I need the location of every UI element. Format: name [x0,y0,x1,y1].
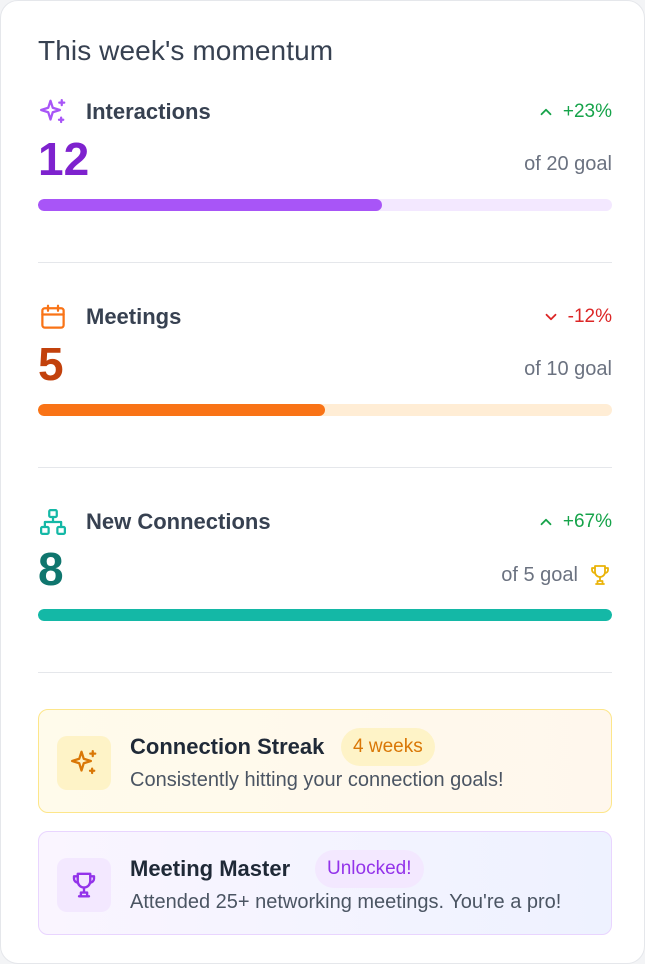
sparkles-icon [38,97,68,127]
trend-value: +67% [562,511,612,532]
progress-bar [38,609,612,621]
goal-text: of 10 goal [524,358,612,381]
achievement-title: Meeting Master [130,856,291,881]
metric-value: 8 [38,543,64,595]
divider [38,672,612,673]
sparkles-icon [71,750,97,775]
goal-label: of 5 goal [501,563,578,586]
achievement-icon-box [57,736,111,790]
chevron-up-icon [540,108,552,116]
divider [38,262,612,263]
divider [38,467,612,468]
metric-new-connections: New Connections +67% 8 of 5 goal [38,505,612,621]
progress-bar [38,199,612,211]
goal-text: of 5 goal [501,563,612,587]
network-icon [38,507,68,537]
trend-value: +23% [562,101,612,122]
card-title: This week's momentum [38,35,334,66]
achievement-description: Attended 25+ networking meetings. You're… [130,891,562,913]
trophy-icon [591,565,609,585]
achievement-meeting-master: Meeting Master Unlocked! Attended 25+ ne… [38,831,612,935]
progress-fill [38,404,325,416]
trend-indicator: +23% [537,101,612,123]
goal-label: of 20 goal [524,153,612,175]
trend-value: -12% [567,306,612,327]
progress-fill [38,609,612,621]
trend-indicator: -12% [542,306,612,328]
achievement-description: Consistently hitting your connection goa… [130,769,504,791]
goal-label: of 10 goal [524,358,612,380]
metric-value: 12 [38,133,90,185]
trend-indicator: +67% [537,511,612,533]
metric-label: New Connections [86,509,271,534]
progress-bar [38,404,612,416]
trophy-icon [72,872,96,898]
achievement-badge: Unlocked! [315,850,424,888]
metric-meetings: Meetings -12% 5 of 10 goal [38,300,612,416]
metric-label: Interactions [86,99,211,124]
chevron-down-icon [545,313,557,321]
progress-fill [38,199,383,211]
achievement-icon-box [57,858,111,912]
metric-value: 5 [38,338,64,390]
chevron-up-icon [540,518,552,526]
goal-text: of 20 goal [524,153,612,176]
achievement-title: Connection Streak [130,734,325,759]
momentum-card: This week's momentum Interactions +23% 1… [0,0,645,964]
achievement-connection-streak: Connection Streak 4 weeks Consistently h… [38,709,612,813]
achievement-badge: 4 weeks [341,728,435,766]
metric-interactions: Interactions +23% 12 of 20 goal [38,95,612,211]
calendar-icon [38,302,68,332]
metric-label: Meetings [86,304,182,329]
